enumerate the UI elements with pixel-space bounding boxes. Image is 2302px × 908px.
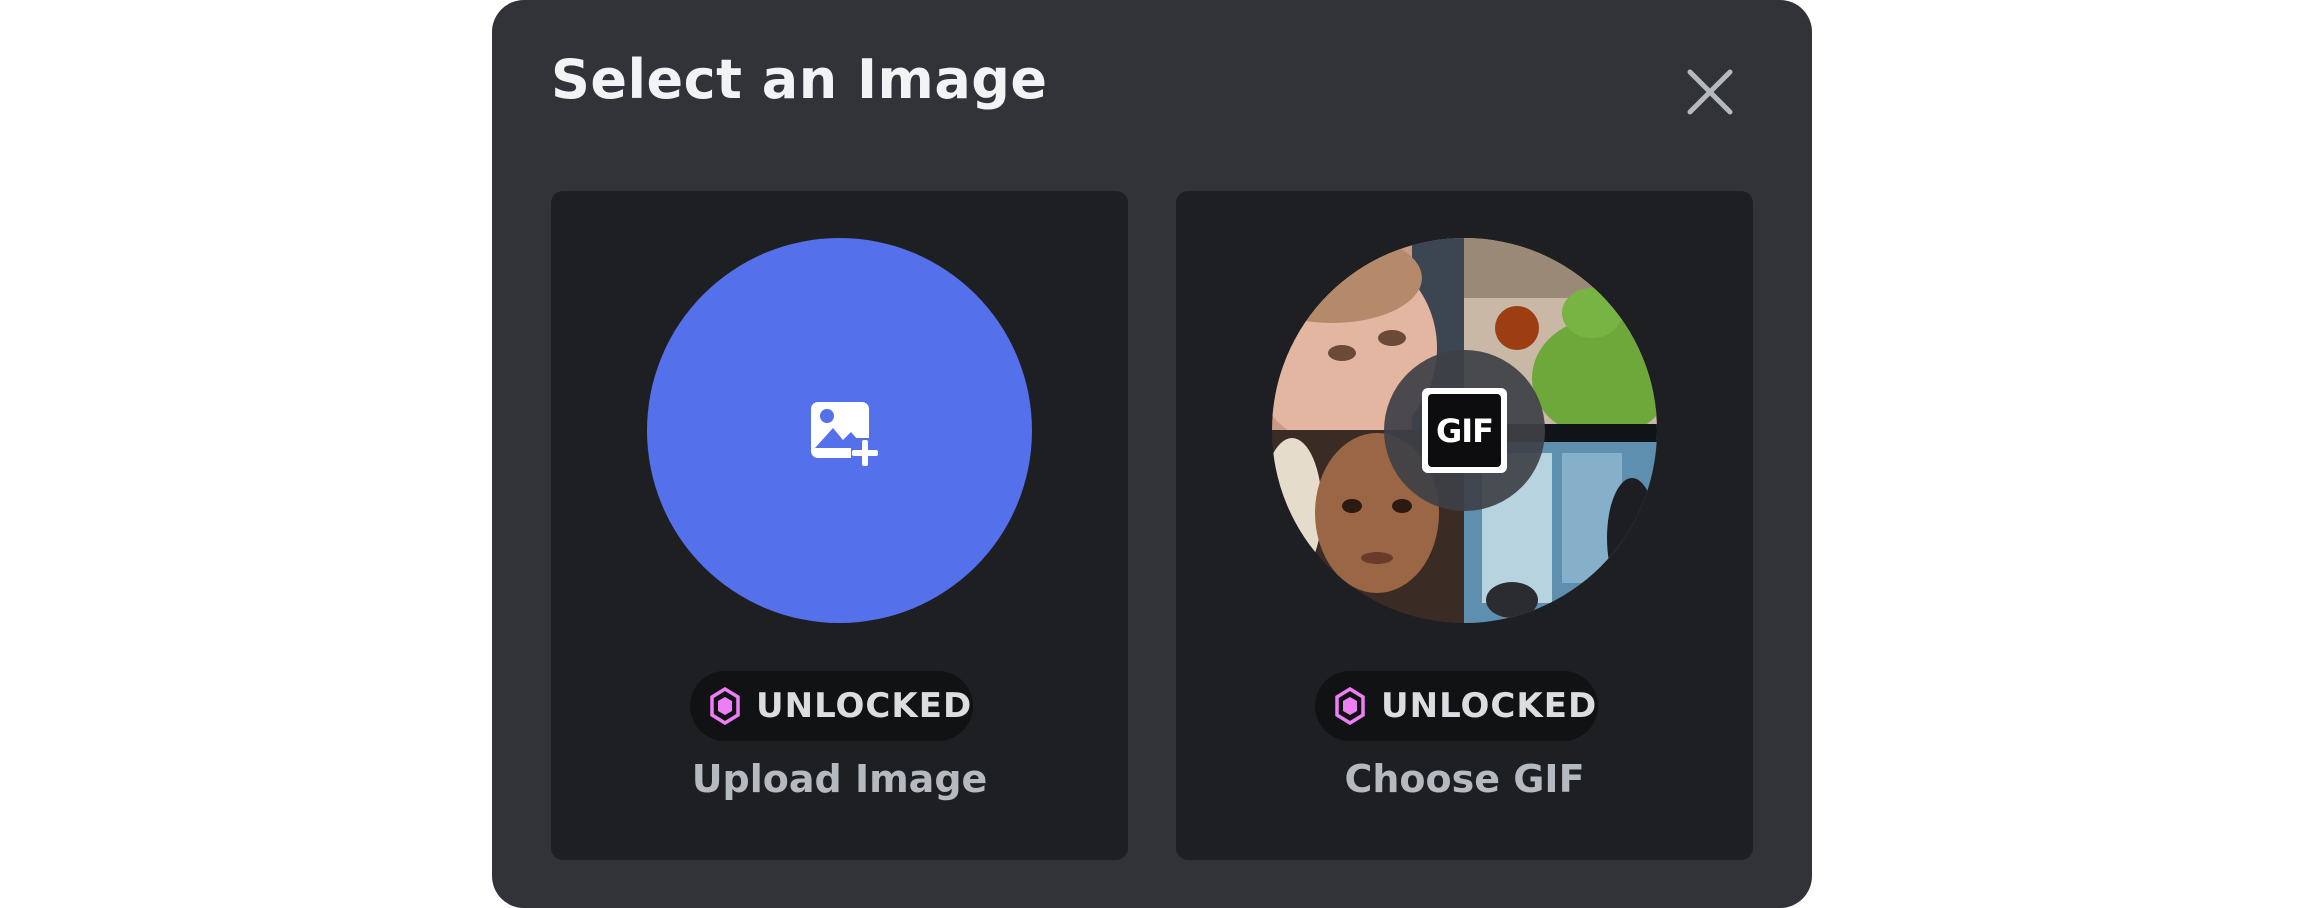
choose-gif-option[interactable]: GIF UNLOCKED Choose GIF (1176, 191, 1753, 860)
gif-icon: GIF (1422, 388, 1507, 473)
nitro-gem-icon (710, 687, 740, 725)
unlocked-badge: UNLOCKED (1315, 671, 1598, 741)
upload-image-option[interactable]: UNLOCKED Upload Image (551, 191, 1128, 860)
select-image-modal: Select an Image UNLOCKED Upload Image GI… (492, 0, 1812, 908)
gif-badge-overlay: GIF (1384, 350, 1545, 511)
unlocked-badge: UNLOCKED (690, 671, 973, 741)
modal-title: Select an Image (551, 48, 1048, 111)
badge-label: UNLOCKED (1381, 686, 1598, 726)
nitro-gem-icon (1335, 687, 1365, 725)
image-add-icon (811, 402, 879, 466)
upload-image-label: Upload Image (691, 757, 988, 801)
gif-tag-label: GIF (1428, 394, 1501, 467)
close-icon (1687, 69, 1733, 115)
badge-label: UNLOCKED (756, 686, 973, 726)
close-button[interactable] (1680, 62, 1740, 122)
gif-preview-collage[interactable]: GIF (1272, 238, 1657, 623)
choose-gif-label: Choose GIF (1344, 757, 1585, 801)
upload-image-circle[interactable] (647, 238, 1032, 623)
